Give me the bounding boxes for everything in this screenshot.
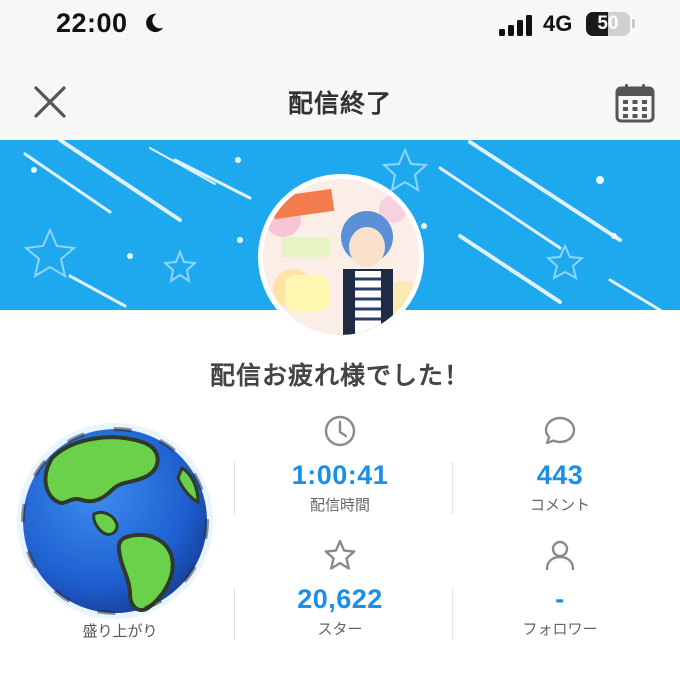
stat-comments: 443 コメント <box>450 414 670 515</box>
status-bar: 22:00 4G 50 <box>0 0 680 52</box>
nav-bar: 配信終了 <box>0 52 680 140</box>
battery-level: 50 <box>597 13 619 34</box>
stat-duration: 1:00:41 配信時間 <box>230 414 450 515</box>
followers-label: フォロワー <box>522 620 598 638</box>
stars-label: スター <box>317 620 363 638</box>
page-title: 配信終了 <box>287 89 392 118</box>
calendar-button[interactable] <box>614 82 656 124</box>
duration-value: 1:00:41 <box>291 460 389 490</box>
followers-value: - <box>555 584 565 614</box>
status-time: 22:00 <box>56 8 128 38</box>
stat-stars: 20,622 スター <box>230 538 450 639</box>
person-icon <box>545 540 575 571</box>
clock-icon <box>324 415 356 447</box>
streamer-avatar[interactable] <box>258 174 424 340</box>
thank-you-message: 配信お疲れ様でした！ <box>209 361 470 390</box>
comments-value: 443 <box>536 460 584 490</box>
signal-icon <box>499 15 532 36</box>
earth-icon <box>17 423 213 619</box>
stat-followers: - フォロワー <box>450 538 670 639</box>
battery-tip <box>632 19 635 28</box>
duration-label: 配信時間 <box>309 496 370 514</box>
excitement-label: 盛り上がり <box>82 622 158 640</box>
comments-label: コメント <box>529 496 590 514</box>
stars-value: 20,622 <box>297 584 383 614</box>
network-type: 4G <box>543 11 573 36</box>
star-icon <box>324 539 356 570</box>
avatar-illustration <box>263 179 419 335</box>
comment-icon <box>544 416 576 445</box>
moon-icon <box>146 13 164 33</box>
battery-icon: 50 <box>586 12 630 36</box>
